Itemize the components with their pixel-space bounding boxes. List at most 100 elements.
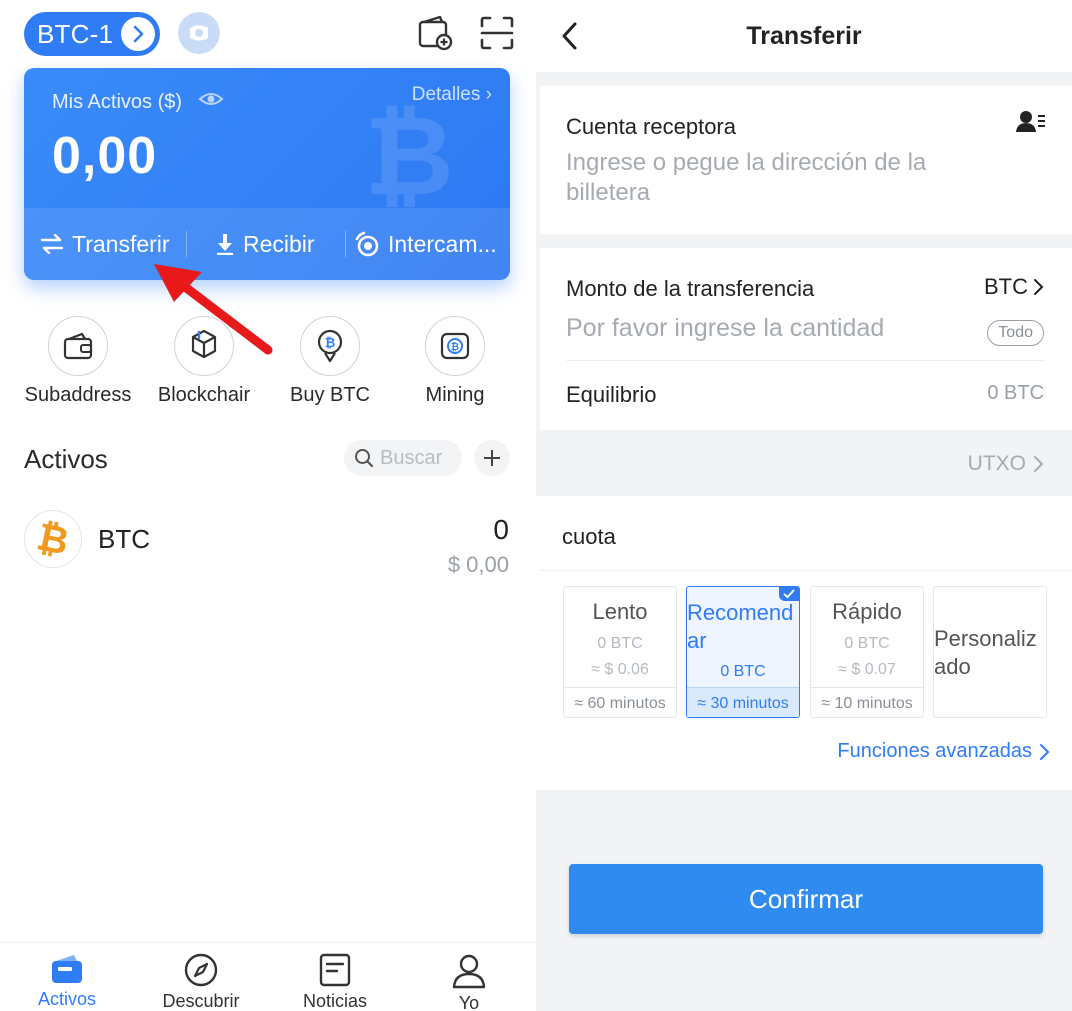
transfer-header: Transferir	[536, 0, 1072, 72]
fee-name: Personalizado	[934, 626, 1037, 679]
exchange-button[interactable]: Intercam...	[346, 208, 510, 280]
compass-icon	[184, 953, 218, 987]
fee-name: Lento	[592, 599, 648, 624]
fee-usd: ≈ $ 0.07	[838, 661, 896, 678]
eye-icon[interactable]	[198, 90, 224, 114]
chevron-right-icon	[1034, 456, 1044, 472]
wallet-selector[interactable]: BTC-1	[24, 12, 160, 56]
divider	[540, 570, 1072, 571]
transfer-icon	[40, 234, 64, 254]
fee-btc: 0 BTC	[844, 635, 890, 652]
fee-time: ≈ 30 minutos	[687, 687, 799, 717]
quick-subaddress[interactable]: Subaddress	[15, 316, 141, 407]
fee-option-fast[interactable]: Rápido 0 BTC ≈ $ 0.07 ≈ 10 minutos	[810, 586, 924, 718]
utxo-link[interactable]: UTXO	[968, 452, 1044, 476]
confirm-button[interactable]: Confirmar	[569, 864, 1043, 934]
receiver-address-input[interactable]: Ingrese o pegue la dirección de la bille…	[566, 148, 986, 208]
asset-search-input[interactable]: Buscar	[344, 440, 462, 476]
scan-icon[interactable]	[478, 14, 516, 52]
wallet-icon	[50, 953, 84, 985]
quick-blockchair[interactable]: Blockchair	[141, 316, 267, 407]
tab-activos[interactable]: Activos	[0, 943, 134, 1011]
bitcoin-icon: ₿	[24, 510, 82, 568]
utxo-label: UTXO	[967, 452, 1026, 475]
asset-row-btc[interactable]: ₿ BTC 0 $ 0,00	[0, 504, 536, 584]
fee-label: cuota	[562, 524, 616, 549]
tab-label: Descubrir	[162, 991, 240, 1011]
tab-yo[interactable]: Yo	[402, 943, 536, 1011]
quick-label: Buy BTC	[289, 384, 371, 406]
bottom-tab-bar: Activos Descubrir Noticias Yo	[0, 942, 536, 1011]
asset-fiat-value: $ 0,00	[447, 552, 509, 577]
fee-usd: ≈ $ 0.06	[591, 661, 649, 678]
fee-option-custom[interactable]: Personalizado	[933, 586, 1047, 718]
quick-actions: Subaddress Blockchair ₿ Buy BTC ₿ Mining	[0, 316, 536, 416]
tab-label: Yo	[458, 993, 480, 1011]
fee-btc: 0 BTC	[597, 635, 643, 652]
receiver-label: Cuenta receptora	[566, 114, 736, 139]
amount-section: Monto de la transferencia BTC Por favor …	[540, 248, 1072, 430]
exchange-label: Intercam...	[388, 230, 497, 257]
divider	[566, 360, 1044, 361]
tab-label: Noticias	[302, 991, 368, 1011]
page-title: Transferir	[746, 22, 862, 50]
quick-label: Subaddress	[24, 384, 132, 406]
receiver-section: Cuenta receptora Ingrese o pegue la dire…	[540, 86, 1072, 234]
bitcoin-badge-icon: ₿	[300, 316, 360, 376]
asset-amount: 0	[493, 514, 509, 545]
bitcoin-watermark-icon: ₿	[364, 98, 454, 208]
search-placeholder: Buscar	[380, 446, 443, 469]
fee-btc: 0 BTC	[720, 663, 766, 680]
amount-input[interactable]: Por favor ingrese la cantidad	[566, 314, 884, 343]
cube-icon	[174, 316, 234, 376]
wallet-icon	[48, 316, 108, 376]
transfer-screen: Transferir Cuenta receptora Ingrese o pe…	[536, 0, 1072, 1011]
tab-noticias[interactable]: Noticias	[268, 943, 402, 1011]
asset-symbol: BTC	[98, 524, 150, 554]
user-icon	[452, 953, 486, 989]
advanced-label: Funciones avanzadas	[837, 740, 1032, 762]
details-link[interactable]: Detalles ›	[412, 84, 492, 106]
advanced-functions-link[interactable]: Funciones avanzadas	[837, 740, 1050, 763]
assets-title-row: Mis Activos ($)	[52, 90, 224, 114]
plus-icon	[483, 449, 501, 467]
amount-label: Monto de la transferencia	[566, 276, 815, 301]
fee-section: cuota Lento 0 BTC ≈ $ 0.06 ≈ 60 minutos …	[536, 496, 1072, 790]
assets-title: Mis Activos ($)	[52, 90, 183, 113]
wallet-add-icon[interactable]	[416, 14, 454, 52]
svg-text:₿: ₿	[451, 341, 459, 353]
wallet-home-screen: BTC-1 ₿ Mis Activos ($) Detalles › 0,00 …	[0, 0, 536, 1011]
currency-label: BTC	[984, 274, 1028, 299]
assets-card: ₿ Mis Activos ($) Detalles › 0,00 Transf…	[24, 68, 510, 280]
utxo-row[interactable]: UTXO	[540, 430, 1072, 496]
fee-option-recommended[interactable]: Recomendar 0 BTC ≈ 30 minutos	[686, 586, 800, 718]
chevron-right-icon	[1034, 279, 1044, 295]
fee-time: ≈ 10 minutos	[811, 687, 923, 717]
wallet-avatar[interactable]	[178, 12, 220, 54]
wallet-name: BTC-1	[37, 18, 114, 49]
total-balance: 0,00	[52, 127, 158, 185]
exchange-icon	[354, 231, 380, 257]
search-icon	[354, 448, 374, 468]
details-label: Detalles	[411, 84, 481, 105]
quick-mining[interactable]: ₿ Mining	[392, 316, 518, 407]
contact-icon[interactable]	[1016, 110, 1046, 139]
tab-descubrir[interactable]: Descubrir	[134, 943, 268, 1011]
svg-text:₿: ₿	[325, 336, 336, 351]
fee-time: ≈ 60 minutos	[564, 687, 676, 717]
chevron-right-icon	[1040, 743, 1050, 760]
balance-label: Equilibrio	[566, 382, 657, 407]
mining-icon: ₿	[425, 316, 485, 376]
quick-buy-btc[interactable]: ₿ Buy BTC	[267, 316, 393, 407]
add-asset-button[interactable]	[474, 440, 510, 476]
assets-section-title: Activos	[24, 444, 108, 474]
svg-text:₿: ₿	[364, 98, 454, 208]
quick-label: Mining	[425, 384, 485, 406]
currency-selector[interactable]: BTC	[984, 274, 1044, 300]
quick-label: Blockchair	[157, 384, 251, 406]
news-icon	[319, 953, 351, 987]
balance-value: 0 BTC	[987, 382, 1044, 404]
all-button[interactable]: Todo	[987, 320, 1044, 346]
fee-option-slow[interactable]: Lento 0 BTC ≈ $ 0.06 ≈ 60 minutos	[563, 586, 677, 718]
svg-text:₿: ₿	[33, 519, 72, 559]
